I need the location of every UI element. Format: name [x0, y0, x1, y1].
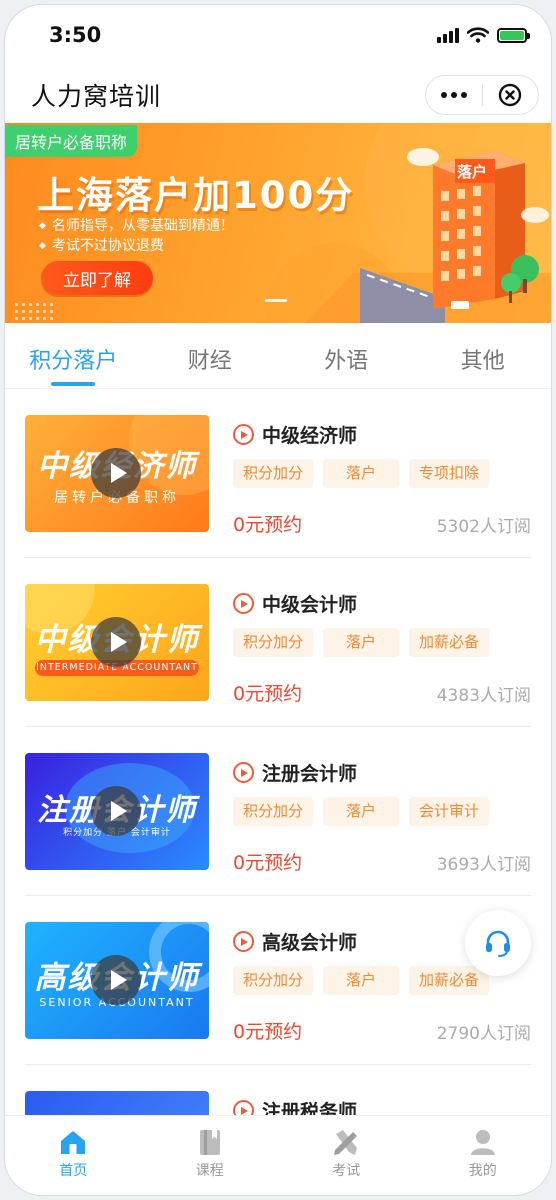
wifi-icon	[467, 27, 489, 43]
phone-screen: 3:50 人力窝培训 落户 居转户必备职称 上海落户加100分 ◆ 名师指导，从…	[4, 4, 552, 1196]
bottom-tab-home[interactable]: 首页	[5, 1116, 142, 1195]
course-item[interactable]: 高级会计师 SENIOR ACCOUNTANT 高级会计师 积分加分 落户 加薪…	[25, 896, 531, 1065]
course-tag: 会计审计	[409, 797, 490, 826]
signal-icon	[437, 27, 459, 43]
course-title[interactable]: 注册会计师	[233, 759, 357, 786]
miniapp-capsule	[425, 75, 539, 115]
headset-icon	[486, 930, 510, 957]
status-icons	[437, 27, 530, 43]
course-tags: 积分加分 落户 加薪必备	[233, 628, 490, 657]
play-circle-icon	[233, 762, 254, 783]
status-bar: 3:50	[5, 5, 551, 67]
course-tag: 积分加分	[233, 459, 314, 488]
subscriber-count: 3693人订阅	[436, 855, 531, 875]
course-tag: 落户	[323, 459, 400, 488]
course-tag: 落户	[323, 797, 400, 826]
promo-banner[interactable]: 落户 居转户必备职称 上海落户加100分 名师指导，从零基础到精通！ 考试不过协…	[5, 123, 551, 323]
nav-bar: 人力窝培训	[5, 67, 551, 123]
building-sign: 落户	[457, 163, 488, 181]
banner-bullet: 名师指导，从零基础到精通！	[39, 215, 234, 235]
course-thumbnail[interactable]: 注册会计师 积分加分 落户 会计审计	[25, 753, 209, 870]
status-time: 3:50	[49, 23, 102, 47]
bottom-tab-label: 我的	[468, 1163, 497, 1179]
customer-service-button[interactable]	[465, 910, 531, 976]
course-title-text: 注册会计师	[262, 763, 358, 785]
tab-foreign-language[interactable]: 外语	[278, 323, 415, 388]
bottom-tab-label: 考试	[332, 1163, 361, 1179]
course-tag: 积分加分	[233, 966, 314, 995]
bottom-tab-label: 课程	[195, 1163, 224, 1179]
play-circle-icon	[233, 931, 254, 952]
play-button[interactable]	[91, 448, 141, 498]
course-item[interactable]: 中级会计师 INTERMEDIATE ACCOUNTANT 中级会计师 积分加分…	[25, 558, 531, 727]
bottom-tab-exam[interactable]: 考试	[278, 1116, 415, 1195]
course-item[interactable]: 注册税务师	[25, 1065, 531, 1119]
play-button[interactable]	[91, 617, 141, 667]
course-price[interactable]: 0元预约	[233, 510, 302, 537]
course-title[interactable]: 中级经济师	[233, 421, 357, 448]
subscriber-count: 5302人订阅	[436, 517, 531, 537]
close-circle-icon	[499, 83, 522, 107]
banner-headline: 上海落户加100分	[37, 174, 355, 217]
banner-bullet: 考试不过协议退费	[39, 235, 164, 255]
user-icon	[470, 1130, 495, 1155]
course-tag: 加薪必备	[409, 628, 490, 657]
play-button[interactable]	[91, 955, 141, 1005]
course-title[interactable]: 中级会计师	[233, 590, 357, 617]
tab-finance[interactable]: 财经	[142, 323, 279, 388]
category-tabs: 积分落户 财经 外语 其他	[5, 323, 551, 389]
close-button[interactable]	[483, 76, 539, 114]
course-tags: 积分加分 落户 专项扣除	[233, 459, 490, 488]
course-list: 中级经济师 居转户必备职称 中级经济师 积分加分 落户 专项扣除 0元预约 53…	[5, 389, 551, 1119]
course-thumbnail[interactable]: 中级会计师 INTERMEDIATE ACCOUNTANT	[25, 584, 209, 701]
page-title: 人力窝培训	[31, 82, 162, 111]
tab-points-settlement[interactable]: 积分落户	[5, 323, 142, 388]
battery-icon	[497, 27, 530, 43]
course-thumbnail[interactable]: 中级经济师 居转户必备职称	[25, 415, 209, 532]
course-title-text: 中级会计师	[262, 594, 358, 616]
learn-more-button[interactable]: 立即了解	[41, 261, 153, 295]
course-thumbnail[interactable]: 高级会计师 SENIOR ACCOUNTANT	[25, 922, 209, 1039]
subscriber-count: 2790人订阅	[436, 1024, 531, 1044]
play-circle-icon	[233, 593, 254, 614]
course-price[interactable]: 0元预约	[233, 679, 302, 706]
course-title-text: 中级经济师	[262, 425, 358, 447]
bottom-tab-courses[interactable]: 课程	[142, 1116, 279, 1195]
course-tag: 专项扣除	[409, 459, 490, 488]
course-tag: 积分加分	[233, 797, 314, 826]
course-tag: 落户	[323, 966, 400, 995]
book-icon	[199, 1130, 220, 1155]
course-tag: 加薪必备	[409, 966, 490, 995]
exam-pencil-icon	[334, 1130, 358, 1155]
course-title[interactable]: 高级会计师	[233, 928, 357, 955]
play-button[interactable]	[91, 786, 141, 836]
course-title-text: 高级会计师	[262, 932, 358, 954]
course-price[interactable]: 0元预约	[233, 848, 302, 875]
more-button[interactable]	[426, 76, 482, 114]
carousel-indicator[interactable]	[265, 299, 287, 302]
bottom-tab-label: 首页	[59, 1163, 88, 1179]
dot-pattern	[13, 301, 55, 321]
home-icon	[61, 1131, 86, 1154]
play-circle-icon	[233, 424, 254, 445]
course-tag: 落户	[323, 628, 400, 657]
course-tag: 积分加分	[233, 628, 314, 657]
bottom-tab-mine[interactable]: 我的	[415, 1116, 552, 1195]
course-item[interactable]: 中级经济师 居转户必备职称 中级经济师 积分加分 落户 专项扣除 0元预约 53…	[25, 389, 531, 558]
tab-other[interactable]: 其他	[415, 323, 552, 388]
subscriber-count: 4383人订阅	[436, 686, 531, 706]
banner-tag: 居转户必备职称	[5, 125, 138, 157]
bottom-tab-bar: 首页 课程 考试 我的	[5, 1115, 551, 1195]
course-item[interactable]: 注册会计师 积分加分 落户 会计审计 注册会计师 积分加分 落户 会计审计 0元…	[25, 727, 531, 896]
course-price[interactable]: 0元预约	[233, 1017, 302, 1044]
course-tags: 积分加分 落户 加薪必备	[233, 966, 490, 995]
more-dots-icon	[440, 92, 467, 98]
course-tags: 积分加分 落户 会计审计	[233, 797, 490, 826]
